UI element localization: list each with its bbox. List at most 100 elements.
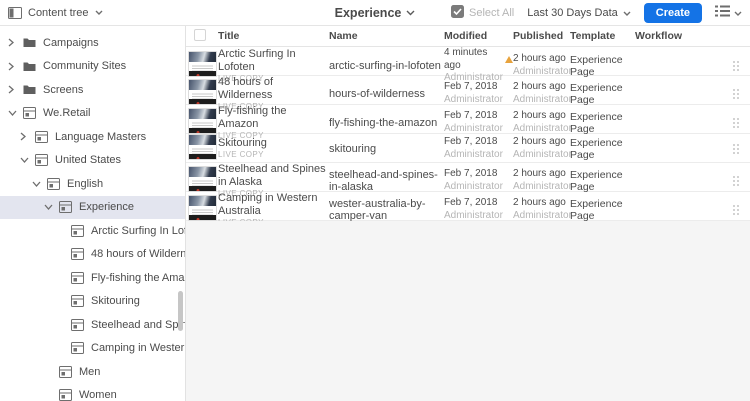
page-thumbnail[interactable]: [188, 166, 217, 193]
row-title: Arctic Surfing In Lofoten: [218, 47, 296, 73]
row-name: fly-fishing-the-amazon: [329, 116, 438, 129]
tree-item-48-hours-of-wilderness[interactable]: 48 hours of Wilderness: [0, 243, 185, 267]
tree-item-fly-fishing-the-amazon[interactable]: Fly-fishing the Amazon: [0, 266, 185, 290]
row-livecopy-badge: LIVE COPY: [218, 150, 264, 160]
tree-item-campaigns[interactable]: Campaigns: [0, 31, 185, 55]
chevron-down-icon: [734, 7, 742, 19]
page-thumbnail[interactable]: [188, 51, 217, 78]
row-modified-by: Administrator: [444, 122, 503, 134]
view-switcher[interactable]: [715, 5, 742, 20]
chevron-right-icon[interactable]: [20, 132, 35, 141]
column-header-template: Template: [570, 30, 616, 42]
table-row-steelhead-and-spines-in-alaska[interactable]: Steelhead and Spines in Alaska LIVE COPY s…: [186, 163, 750, 198]
page-thumbnail[interactable]: [188, 108, 217, 135]
tree-item-label: Women: [79, 389, 117, 401]
row-modified: Feb 7, 2018: [444, 81, 498, 93]
column-header-workflow: Workflow: [635, 30, 683, 42]
chevron-down-icon[interactable]: [8, 110, 23, 117]
tree-item-label: Steelhead and Spines in Alaska: [91, 318, 185, 331]
row-published-by: Administrator: [513, 148, 572, 160]
tree-item-arctic-surfing-in-lofoten[interactable]: Arctic Surfing In Lofoten: [0, 219, 185, 243]
content-tree-panel: Campaigns Community Sites Screens We.Retail…: [0, 26, 186, 401]
row-template: Experience Page: [570, 168, 623, 193]
empty-area: [186, 221, 750, 401]
sidebar-scrollbar-thumb[interactable]: [178, 291, 183, 331]
page-thumbnail[interactable]: [188, 79, 217, 106]
tree-item-screens[interactable]: Screens: [0, 78, 185, 102]
drag-handle-icon[interactable]: [732, 87, 740, 100]
tree-item-language-masters[interactable]: Language Masters: [0, 125, 185, 149]
row-modified: Feb 7, 2018: [444, 110, 498, 122]
select-all-checkbox-icon: [451, 4, 464, 21]
drag-handle-icon[interactable]: [732, 174, 740, 187]
row-published: 2 hours ago: [513, 197, 566, 209]
row-name: wester-australia-by-camper-van: [329, 197, 426, 222]
content-tree-switcher[interactable]: Content tree: [8, 6, 103, 19]
tree-item-steelhead-and-spines-in-alaska[interactable]: Steelhead and Spines in Alaska: [0, 313, 185, 337]
tree-item-men[interactable]: Men: [0, 360, 185, 384]
create-button[interactable]: Create: [643, 2, 702, 23]
tree-item-camping-in-western-australia[interactable]: Camping in Western Australia: [0, 337, 185, 361]
column-header-modified: Modified: [444, 30, 488, 42]
page-icon: [71, 318, 85, 331]
chevron-down-icon[interactable]: [44, 204, 59, 211]
row-modified: Feb 7, 2018: [444, 197, 498, 209]
chevron-right-icon[interactable]: [8, 38, 23, 47]
folder-icon: [23, 84, 37, 95]
page-thumbnail[interactable]: [188, 134, 217, 160]
row-published-by: Administrator: [513, 65, 572, 77]
drag-handle-icon[interactable]: [732, 59, 740, 72]
page-icon: [59, 201, 73, 214]
tree-item-women[interactable]: Women: [0, 384, 185, 401]
tree-item-label: Camping in Western Australia: [91, 342, 185, 355]
row-published: 2 hours ago: [513, 53, 566, 65]
page-icon: [71, 224, 85, 237]
tree-item-experience[interactable]: Experience: [0, 195, 185, 219]
page-thumbnail[interactable]: [188, 195, 217, 222]
analytics-range-label: Last 30 Days Data: [527, 6, 618, 19]
chevron-right-icon[interactable]: [8, 62, 23, 71]
table-row-arctic-surfing-in-lofoten[interactable]: Arctic Surfing In Lofoten LIVE COPY arctic…: [186, 47, 750, 83]
select-all-checkbox[interactable]: [194, 28, 206, 41]
tree-item-united-states[interactable]: United States: [0, 149, 185, 173]
tree-item-skitouring[interactable]: Skitouring: [0, 290, 185, 314]
column-header-title: Title: [218, 30, 240, 42]
column-header-published: Published: [513, 30, 564, 42]
chevron-down-icon[interactable]: [32, 181, 47, 187]
row-title: 48 hours of Wilderness: [218, 76, 274, 102]
tree-item-label: Experience: [79, 201, 135, 214]
top-toolbar: Content tree Experience Select All Last …: [0, 0, 750, 26]
select-all-button[interactable]: Select All: [451, 4, 514, 21]
tree-item-community-sites[interactable]: Community Sites: [0, 55, 185, 79]
row-name: skitouring: [329, 142, 377, 155]
page-icon: [23, 107, 37, 120]
drag-handle-icon[interactable]: [732, 116, 740, 129]
row-name: arctic-surfing-in-lofoten: [329, 59, 441, 72]
tree-item-english[interactable]: English: [0, 172, 185, 196]
table-row-wester-australia-by-camper-van[interactable]: Camping in Western AustraliaLIVE COPYwes…: [186, 192, 750, 227]
page-title-menu[interactable]: Experience: [335, 6, 416, 20]
drag-handle-icon[interactable]: [732, 142, 740, 155]
drag-handle-icon[interactable]: [732, 203, 740, 216]
row-title: Fly-fishing the Amazon: [218, 105, 287, 131]
table-header: Title Name Modified Published Template W…: [186, 26, 750, 47]
list-view-icon: [715, 5, 730, 20]
row-modified-by: Administrator: [444, 93, 503, 105]
chevron-down-icon: [95, 10, 103, 15]
row-template: Experience Page: [570, 197, 623, 222]
row-template: Experience Page: [570, 136, 623, 161]
chevron-down-icon[interactable]: [20, 157, 35, 164]
row-modified: Feb 7, 2018: [444, 168, 498, 180]
row-modified-by: Administrator: [444, 180, 503, 192]
table-row-skitouring[interactable]: Skitouring LIVE COPY skitouring Feb 7, 2018…: [186, 134, 750, 163]
tree-item-label: Arctic Surfing In Lofoten: [91, 224, 186, 237]
page-icon: [59, 365, 73, 378]
row-name: steelhead-and-spines-in-alaska: [329, 168, 438, 193]
tree-item-we-retail[interactable]: We.Retail: [0, 102, 185, 126]
page-icon: [59, 389, 73, 401]
table-row-fly-fishing-the-amazon[interactable]: Fly-fishing the Amazon LIVE COPY fly-fishi…: [186, 105, 750, 140]
row-template: Experience Page: [570, 110, 623, 135]
chevron-right-icon[interactable]: [8, 85, 23, 94]
row-published: 2 hours ago: [513, 81, 566, 93]
analytics-range-dropdown[interactable]: Last 30 Days Data: [527, 7, 631, 19]
